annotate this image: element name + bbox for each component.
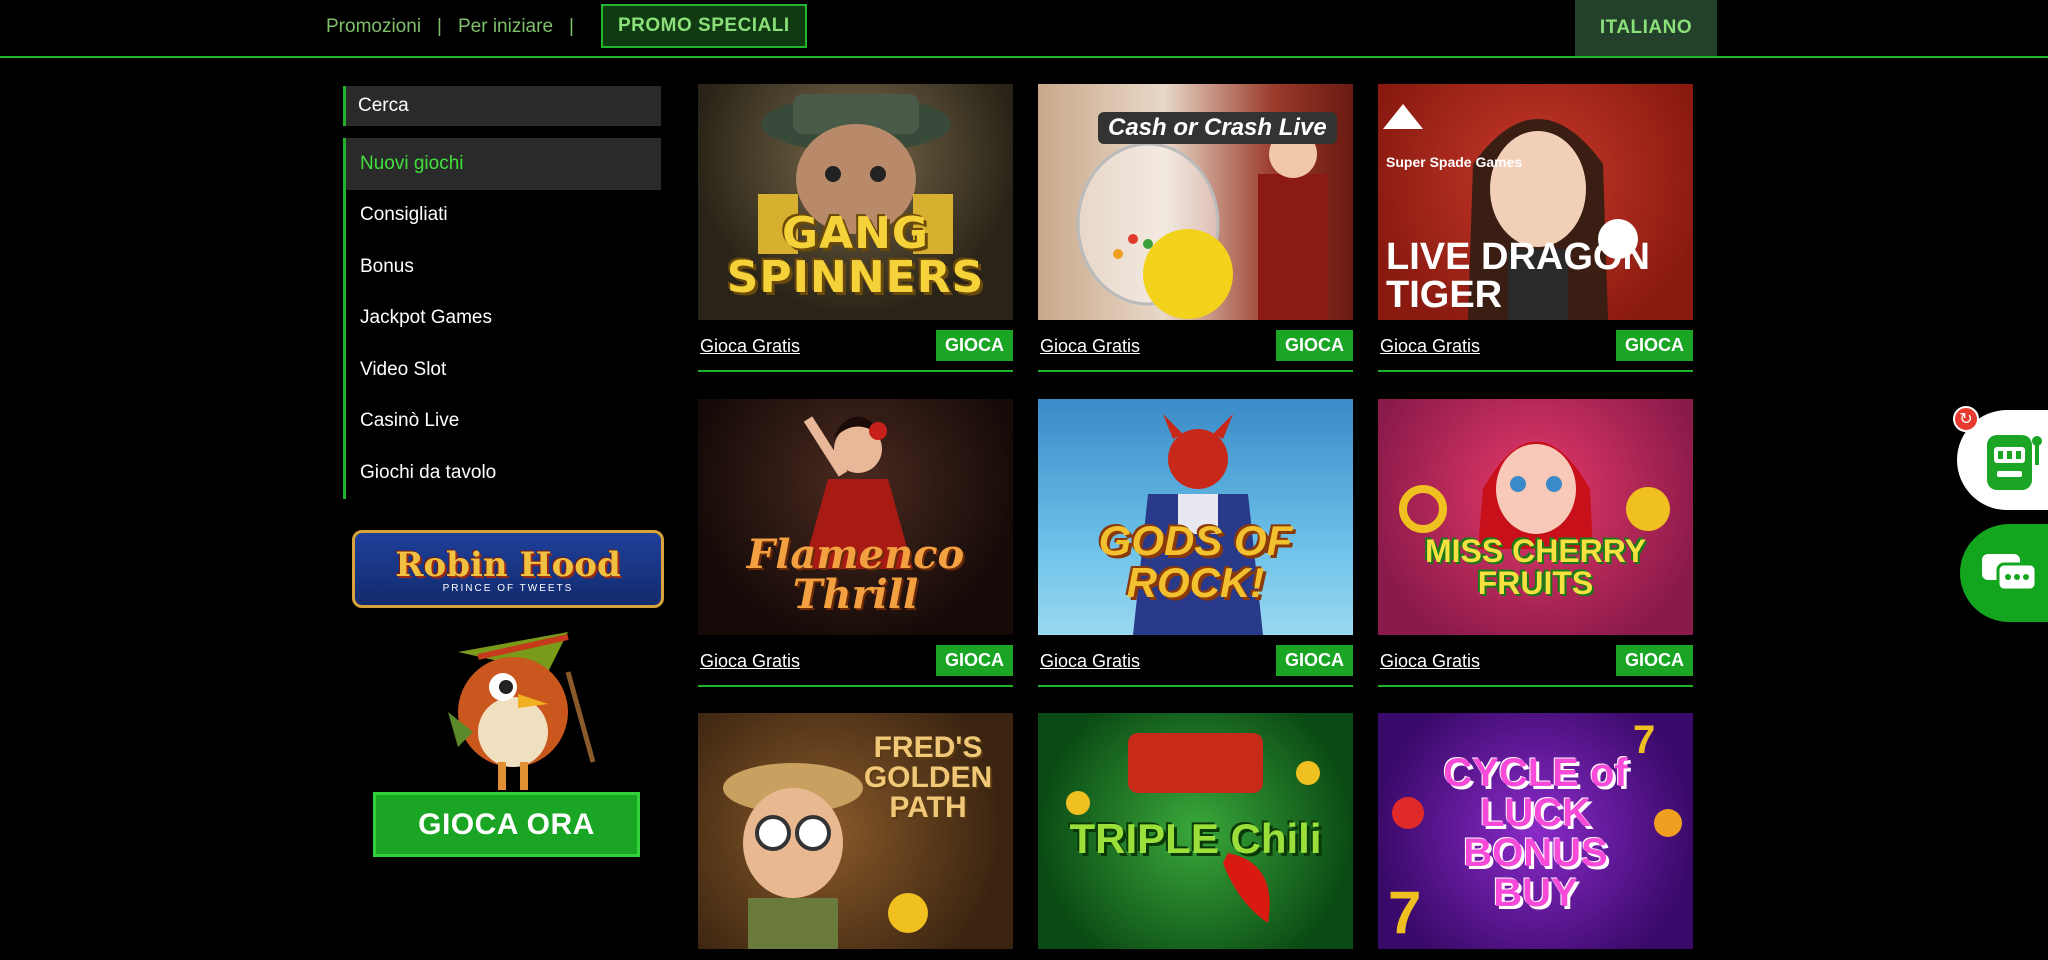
game-thumbnail[interactable]: GODS OF ROCK! bbox=[1038, 399, 1353, 635]
menu-item-giochi-da-tavolo[interactable]: Giochi da tavolo bbox=[346, 447, 661, 499]
menu-item-consigliati[interactable]: Consigliati bbox=[346, 190, 661, 242]
gioca-gratis-link[interactable]: Gioca Gratis bbox=[700, 336, 800, 357]
gioca-gratis-link[interactable]: Gioca Gratis bbox=[1040, 651, 1140, 672]
chat-float-button[interactable] bbox=[1960, 524, 2048, 622]
game-title: GANG SPINNERS bbox=[726, 208, 985, 303]
gioca-gratis-link[interactable]: Gioca Gratis bbox=[1380, 336, 1480, 357]
menu-item-video-slot[interactable]: Video Slot bbox=[346, 344, 661, 396]
top-bar: Promozioni | Per iniziare | PROMO SPECIA… bbox=[0, 0, 2048, 58]
menu-item-nuovi-giochi[interactable]: Nuovi giochi bbox=[346, 138, 661, 190]
svg-text:7: 7 bbox=[1388, 879, 1421, 946]
game-thumbnail[interactable]: Cash or Crash Live bbox=[1038, 84, 1353, 320]
game-title: Cash or Crash Live bbox=[1098, 112, 1337, 144]
gioca-ora-button[interactable]: GIOCA ORA bbox=[373, 792, 640, 857]
robin-hood-logo: Robin Hood PRINCE OF TWEETS bbox=[352, 530, 664, 608]
nav-separator: | bbox=[569, 16, 574, 37]
game-card: TRIPLE Chili bbox=[1038, 713, 1353, 949]
game-thumbnail[interactable]: 7 7 CYCLE of LUCK BONUS BUY bbox=[1378, 713, 1693, 949]
provider-label: Super Spade Games bbox=[1386, 154, 1523, 170]
game-title: MISS CHERRY FRUITS bbox=[1424, 533, 1647, 601]
top-nav: Promozioni | Per iniziare | bbox=[326, 16, 590, 38]
menu-item-bonus[interactable]: Bonus bbox=[346, 241, 661, 293]
robin-bird-illustration bbox=[448, 632, 596, 790]
language-button[interactable]: ITALIANO bbox=[1575, 0, 1717, 56]
game-thumbnail[interactable]: MISS CHERRY FRUITS bbox=[1378, 399, 1693, 635]
game-title: FRED'S GOLDEN PATH bbox=[863, 731, 993, 824]
game-title: Flamenco Thrill bbox=[746, 531, 965, 618]
game-card: Flamenco Thrill Gioca Gratis GIOCA bbox=[698, 399, 1013, 687]
chat-icon bbox=[1982, 554, 2038, 592]
promo-speciali-button[interactable]: PROMO SPECIALI bbox=[601, 4, 807, 48]
refresh-icon[interactable]: ↻ bbox=[1953, 406, 1979, 432]
game-thumbnail[interactable]: GANG SPINNERS bbox=[698, 84, 1013, 320]
game-title: LIVE DRAGON TIGER bbox=[1386, 236, 1650, 316]
game-card: GODS OF ROCK! Gioca Gratis GIOCA bbox=[1038, 399, 1353, 687]
game-title: GODS OF ROCK! bbox=[1098, 517, 1293, 606]
nav-per-iniziare[interactable]: Per iniziare bbox=[458, 16, 553, 38]
search-field[interactable]: Cerca bbox=[343, 86, 661, 126]
menu-item-casino-live[interactable]: Casinò Live bbox=[346, 396, 661, 448]
gioca-button[interactable]: GIOCA bbox=[936, 645, 1013, 676]
game-thumbnail[interactable]: FRED'S GOLDEN PATH bbox=[698, 713, 1013, 949]
game-card: GANG SPINNERS Gioca Gratis GIOCA bbox=[698, 84, 1013, 372]
game-thumbnail[interactable]: TRIPLE Chili bbox=[1038, 713, 1353, 949]
gioca-button[interactable]: GIOCA bbox=[936, 330, 1013, 361]
gioca-gratis-link[interactable]: Gioca Gratis bbox=[700, 651, 800, 672]
card-footer: Gioca Gratis GIOCA bbox=[1378, 320, 1693, 372]
game-card: FRED'S GOLDEN PATH bbox=[698, 713, 1013, 949]
sidebar: Cerca Nuovi giochi Consigliati Bonus Jac… bbox=[343, 86, 661, 499]
gioca-gratis-link[interactable]: Gioca Gratis bbox=[1380, 651, 1480, 672]
game-card: 7 7 CYCLE of LUCK BONUS BUY bbox=[1378, 713, 1693, 949]
gioca-button[interactable]: GIOCA bbox=[1616, 645, 1693, 676]
card-footer: Gioca Gratis GIOCA bbox=[1038, 320, 1353, 372]
gioca-button[interactable]: GIOCA bbox=[1616, 330, 1693, 361]
category-menu: Nuovi giochi Consigliati Bonus Jackpot G… bbox=[343, 138, 661, 499]
game-title: CYCLE of LUCK BONUS BUY bbox=[1443, 751, 1628, 915]
gioca-button[interactable]: GIOCA bbox=[1276, 645, 1353, 676]
nav-separator: | bbox=[437, 16, 442, 37]
robin-hood-banner[interactable]: Robin Hood PRINCE OF TWEETS GIOCA ORA bbox=[348, 526, 666, 862]
slot-machine-icon bbox=[1987, 435, 2042, 490]
game-thumbnail[interactable]: Flamenco Thrill bbox=[698, 399, 1013, 635]
menu-item-jackpot-games[interactable]: Jackpot Games bbox=[346, 293, 661, 345]
gioca-gratis-link[interactable]: Gioca Gratis bbox=[1040, 336, 1140, 357]
card-footer: Gioca Gratis GIOCA bbox=[698, 635, 1013, 687]
card-footer: Gioca Gratis GIOCA bbox=[1038, 635, 1353, 687]
card-footer: Gioca Gratis GIOCA bbox=[1378, 635, 1693, 687]
banner-title: Robin Hood bbox=[395, 544, 621, 585]
banner-subtitle: PRINCE OF TWEETS bbox=[442, 582, 574, 594]
gioca-button[interactable]: GIOCA bbox=[1276, 330, 1353, 361]
game-thumbnail[interactable]: Super Spade Games LIVE DRAGON TIGER bbox=[1378, 84, 1693, 320]
card-footer: Gioca Gratis GIOCA bbox=[698, 320, 1013, 372]
game-card: MISS CHERRY FRUITS Gioca Gratis GIOCA bbox=[1378, 399, 1693, 687]
game-card: Super Spade Games LIVE DRAGON TIGER Gioc… bbox=[1378, 84, 1693, 372]
nav-promozioni[interactable]: Promozioni bbox=[326, 16, 421, 38]
game-card: Cash or Crash Live Gioca Gratis GIOCA bbox=[1038, 84, 1353, 372]
game-title: TRIPLE Chili bbox=[1069, 815, 1322, 862]
